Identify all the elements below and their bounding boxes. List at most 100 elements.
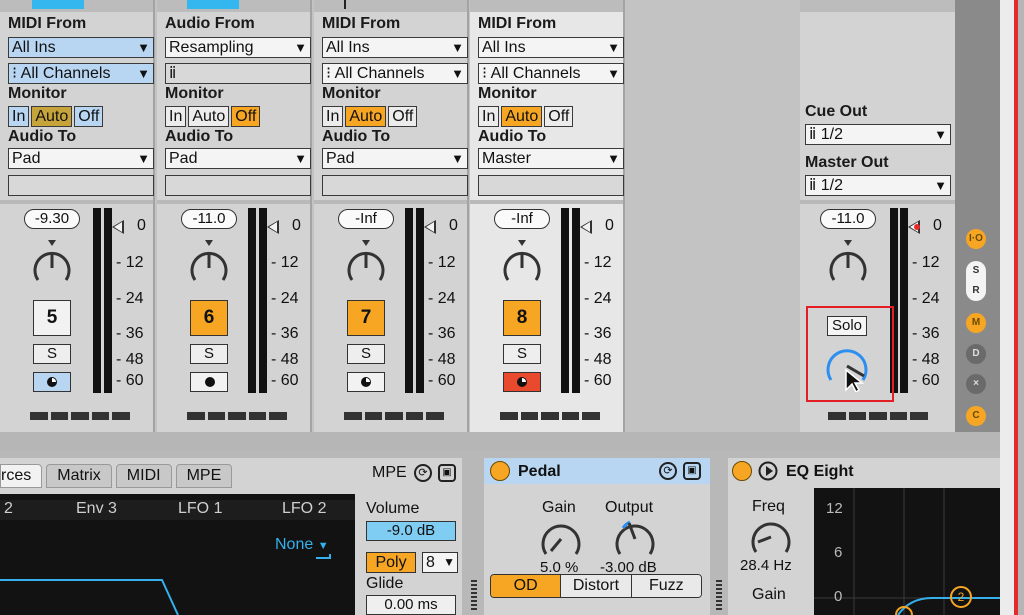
- solo-button[interactable]: S: [347, 344, 385, 364]
- midi-channel-select[interactable]: ⁝ All Channels ▼: [8, 63, 154, 84]
- track-activator-button[interactable]: 7: [347, 300, 385, 336]
- crossfade-assign[interactable]: [30, 412, 130, 420]
- mod-head[interactable]: 2: [4, 500, 13, 518]
- clip-slot-strip[interactable]: [157, 0, 310, 12]
- monitor-in-button[interactable]: In: [478, 106, 500, 127]
- crossfade-assign[interactable]: [187, 412, 287, 420]
- monitor-auto-button[interactable]: Auto: [31, 106, 73, 127]
- monitor-off-button[interactable]: Off: [74, 106, 104, 127]
- sends-toggle-button[interactable]: S: [966, 261, 986, 281]
- input-channel-select[interactable]: ⅱ: [165, 63, 311, 84]
- monitor-in-button[interactable]: In: [165, 106, 187, 127]
- mod-target-select[interactable]: None ▼: [275, 536, 329, 554]
- mod-head-lfo2[interactable]: LFO 2: [282, 500, 326, 518]
- monitor-auto-button[interactable]: Auto: [501, 106, 543, 127]
- output-knob[interactable]: [612, 516, 658, 560]
- master-out-select[interactable]: ⅱ 1/2 ▼: [805, 175, 951, 196]
- glide-value[interactable]: 0.00 ms: [366, 595, 456, 615]
- monitor-auto-button[interactable]: Auto: [345, 106, 387, 127]
- mode-fuzz-button[interactable]: Fuzz: [631, 575, 701, 597]
- volume-fader-handle[interactable]: [112, 220, 124, 234]
- hot-swap-icon[interactable]: ⟳: [659, 462, 677, 480]
- master-volume-field[interactable]: -11.0: [820, 209, 876, 229]
- returns-toggle-button[interactable]: R: [966, 281, 986, 301]
- voices-select[interactable]: 8 ▼: [422, 552, 458, 573]
- crossfade-assign[interactable]: [500, 412, 600, 420]
- midi-channel-select[interactable]: ⁝ All Channels ▼: [478, 63, 624, 84]
- mod-head-lfo1[interactable]: LFO 1: [178, 500, 222, 518]
- pan-knob[interactable]: [30, 240, 74, 288]
- track-activator-button[interactable]: 5: [33, 300, 71, 336]
- hot-swap-icon[interactable]: ⟳: [414, 464, 432, 482]
- crossfade-assign[interactable]: [344, 412, 444, 420]
- monitor-off-button[interactable]: Off: [388, 106, 418, 127]
- volume-value[interactable]: -9.0 dB: [366, 521, 456, 541]
- io-toggle-button[interactable]: I·O: [966, 229, 986, 249]
- tab-mpe[interactable]: MPE: [175, 464, 233, 488]
- delay-toggle-button[interactable]: D: [966, 344, 986, 364]
- save-preset-icon[interactable]: ▣: [683, 462, 701, 480]
- clip-slot-strip[interactable]: [314, 0, 467, 12]
- clip-slot[interactable]: [32, 0, 84, 9]
- eq-band-handle[interactable]: 2: [950, 586, 972, 608]
- audio-to-select[interactable]: Pad ▼: [165, 148, 311, 169]
- volume-field[interactable]: -Inf: [338, 209, 394, 229]
- volume-fader-handle[interactable]: [424, 220, 436, 234]
- gain-knob[interactable]: [538, 516, 584, 560]
- poly-button[interactable]: Poly: [366, 552, 416, 573]
- volume-field[interactable]: -11.0: [181, 209, 237, 229]
- midi-from-select[interactable]: All Ins ▼: [478, 37, 624, 58]
- play-icon[interactable]: [758, 461, 778, 481]
- volume-field[interactable]: -Inf: [494, 209, 550, 229]
- solo-button[interactable]: S: [190, 344, 228, 364]
- audio-to-select[interactable]: Pad ▼: [8, 148, 154, 169]
- device-power-button[interactable]: [732, 461, 752, 481]
- track-activator-button[interactable]: 6: [190, 300, 228, 336]
- monitor-auto-button[interactable]: Auto: [188, 106, 230, 127]
- audio-from-select[interactable]: Resampling ▼: [165, 37, 311, 58]
- freq-knob[interactable]: [748, 514, 794, 558]
- output-channel-select[interactable]: [165, 175, 311, 196]
- mixer-toggle-button[interactable]: M: [966, 313, 986, 333]
- mode-od-button[interactable]: OD: [491, 575, 562, 597]
- tab-midi[interactable]: MIDI: [115, 464, 172, 488]
- output-channel-select[interactable]: [478, 175, 624, 196]
- audio-to-select[interactable]: Pad ▼: [322, 148, 468, 169]
- tab-sources[interactable]: rces: [0, 464, 43, 488]
- mode-distort-button[interactable]: Distort: [561, 575, 632, 597]
- clip-slot-strip[interactable]: [470, 0, 623, 12]
- mod-head-env3[interactable]: Env 3: [76, 500, 117, 518]
- midi-from-select[interactable]: All Ins ▼: [8, 37, 154, 58]
- envelope-display[interactable]: [0, 554, 355, 615]
- monitor-in-button[interactable]: In: [8, 106, 30, 127]
- pan-knob[interactable]: [187, 240, 231, 288]
- scene-launch-strip[interactable]: [800, 0, 955, 12]
- track-activator-button[interactable]: 8: [503, 300, 541, 336]
- midi-from-select[interactable]: All Ins ▼: [322, 37, 468, 58]
- volume-fader-handle[interactable]: [580, 220, 592, 234]
- solo-button[interactable]: S: [503, 344, 541, 364]
- device-power-button[interactable]: [490, 461, 510, 481]
- pan-knob[interactable]: [500, 240, 544, 288]
- arm-button[interactable]: [33, 372, 71, 392]
- monitor-off-button[interactable]: Off: [231, 106, 261, 127]
- output-channel-select[interactable]: [322, 175, 468, 196]
- cue-out-select[interactable]: ⅱ 1/2 ▼: [805, 124, 951, 145]
- solo-button[interactable]: S: [33, 344, 71, 364]
- crossfader[interactable]: [828, 412, 928, 420]
- output-channel-select[interactable]: [8, 175, 154, 196]
- master-pan-knob[interactable]: [826, 240, 870, 288]
- clip-slot-strip[interactable]: [0, 0, 153, 12]
- eq-graph[interactable]: 12 6 0 2: [814, 488, 1000, 615]
- volume-fader-handle[interactable]: [267, 220, 279, 234]
- pan-knob[interactable]: [344, 240, 388, 288]
- cue-toggle-button[interactable]: C: [966, 406, 986, 426]
- device-resize-handle[interactable]: [471, 580, 477, 615]
- arm-button[interactable]: [190, 372, 228, 392]
- device-resize-handle[interactable]: [716, 580, 722, 615]
- monitor-off-button[interactable]: Off: [544, 106, 574, 127]
- volume-field[interactable]: -9.30: [24, 209, 80, 229]
- audio-to-select[interactable]: Master ▼: [478, 148, 624, 169]
- crossfader-toggle-button[interactable]: ×: [966, 374, 986, 394]
- midi-channel-select[interactable]: ⁝ All Channels ▼: [322, 63, 468, 84]
